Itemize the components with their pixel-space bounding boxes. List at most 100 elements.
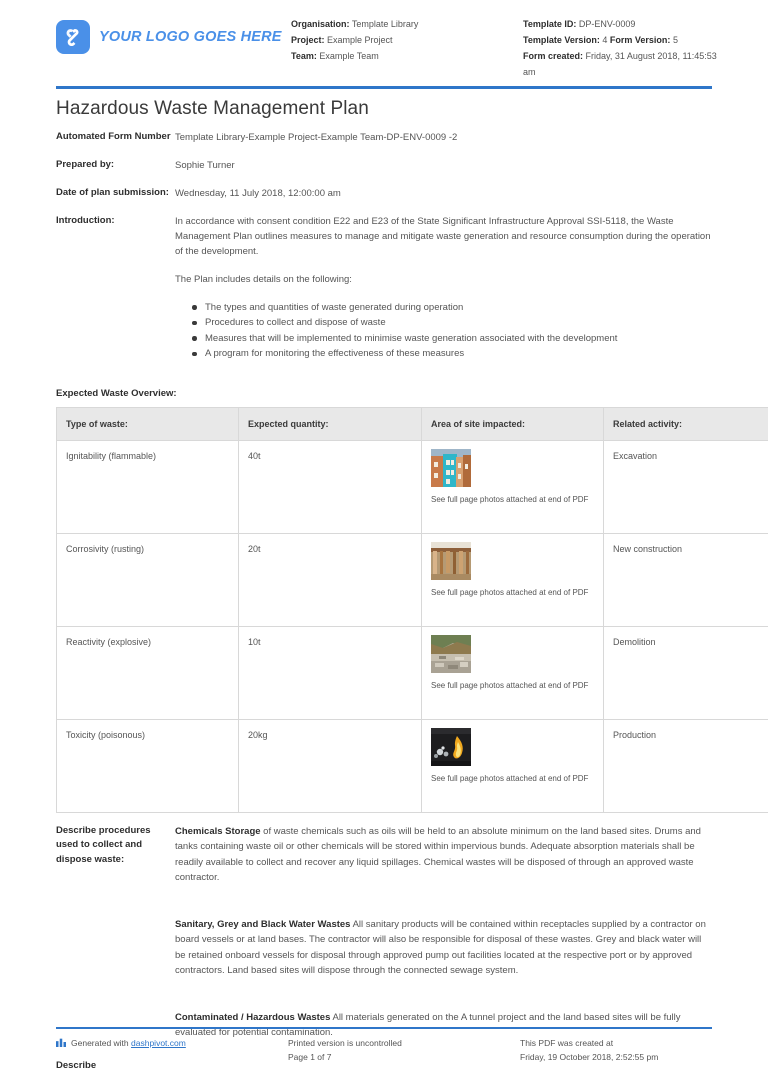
- meta-project: Project: Example Project: [291, 32, 523, 48]
- meta-team-value: Example Team: [319, 51, 379, 61]
- column-header-type-of-waste: Type of waste:: [56, 406, 239, 441]
- table-header-row: Type of waste: Expected quantity: Area o…: [56, 406, 768, 441]
- footer-page-number: Page 1 of 7: [288, 1052, 332, 1062]
- meta-template-id: Template ID: DP-ENV-0009: [523, 16, 718, 32]
- cell-related-activity: Excavation: [603, 439, 768, 534]
- meta-form-version-value: 5: [672, 35, 678, 45]
- flame-production-photo: [431, 727, 471, 766]
- footer-generated-with: Generated with dashpivot.com: [56, 1036, 288, 1064]
- cell-related-activity: Production: [603, 718, 768, 813]
- field-label-describe-procedures: Describe procedures used to collect and …: [56, 824, 151, 865]
- field-automated-form-number: Automated Form Number Template Library-E…: [56, 130, 712, 145]
- meta-organisation-value: Template Library: [351, 19, 419, 29]
- meta-project-value: Example Project: [327, 35, 393, 45]
- cell-expected-quantity: 40t: [238, 439, 422, 534]
- cell-related-activity: Demolition: [603, 625, 768, 720]
- header-divider: [56, 86, 712, 89]
- colourful-buildings-photo: [431, 448, 471, 487]
- cell-related-activity: New construction: [603, 532, 768, 627]
- bar-chart-icon: [56, 1036, 66, 1051]
- field-describe-procedures: Describe procedures used to collect and …: [56, 824, 712, 1041]
- photo-caption: See full page photos attached at end of …: [431, 680, 589, 690]
- table-row: Ignitability (flammable) 40t See full pa…: [56, 439, 768, 534]
- paragraph-heading: Chemicals Storage: [175, 825, 261, 837]
- cell-area-of-site-impacted: See full page photos attached at end of …: [421, 532, 604, 627]
- expected-waste-overview-heading: Expected Waste Overview:: [56, 387, 177, 399]
- field-introduction: Introduction: In accordance with consent…: [56, 214, 712, 362]
- document-page: YOUR LOGO GOES HERE Organisation: Templa…: [0, 0, 768, 1086]
- field-value-introduction: In accordance with consent condition E22…: [172, 214, 712, 362]
- footer-created-at: This PDF was created at Friday, 19 Octob…: [520, 1036, 712, 1064]
- page-title: Hazardous Waste Management Plan: [56, 97, 369, 119]
- introduction-paragraph-1: In accordance with consent condition E22…: [175, 215, 711, 257]
- footer-printed-uncontrolled: Printed version is uncontrolled: [288, 1038, 402, 1048]
- expected-waste-table: Type of waste: Expected quantity: Area o…: [56, 406, 768, 813]
- meta-form-created: Form created: Friday, 31 August 2018, 11…: [523, 48, 718, 80]
- logo-block: YOUR LOGO GOES HERE: [56, 16, 291, 54]
- meta-template-version-label: Template Version:: [523, 35, 600, 45]
- field-value-prepared-by: Sophie Turner: [175, 159, 235, 171]
- cell-area-of-site-impacted: See full page photos attached at end of …: [421, 625, 604, 720]
- demolition-rubble-photo: [431, 634, 471, 673]
- document-footer: Generated with dashpivot.com Printed ver…: [0, 1026, 768, 1065]
- paragraph-heading: Sanitary, Grey and Black Water Wastes: [175, 918, 351, 930]
- document-body: Hazardous Waste Management Plan Automate…: [0, 98, 768, 1071]
- photo-caption: See full page photos attached at end of …: [431, 494, 589, 504]
- cell-expected-quantity: 10t: [238, 625, 422, 720]
- meta-template-version-value: 4: [602, 35, 608, 45]
- dashpivot-logo-icon: [56, 20, 90, 54]
- meta-versions: Template Version: 4 Form Version: 5: [523, 32, 718, 48]
- procedures-paragraph-chemicals-storage: Chemicals Storage of waste chemicals suc…: [175, 824, 712, 886]
- cell-expected-quantity: 20t: [238, 532, 422, 627]
- field-value-describe-procedures: Chemicals Storage of waste chemicals suc…: [172, 824, 712, 1041]
- column-header-related-activity: Related activity:: [603, 406, 768, 441]
- meta-team: Team: Example Team: [291, 48, 523, 64]
- field-prepared-by: Prepared by: Sophie Turner: [56, 158, 712, 173]
- field-label-introduction: Introduction:: [56, 214, 115, 226]
- meta-organisation: Organisation: Template Library: [291, 16, 523, 32]
- field-value-date: Wednesday, 11 July 2018, 12:00:00 am: [175, 187, 341, 199]
- meta-organisation-label: Organisation:: [291, 19, 350, 29]
- field-label-date: Date of plan submission:: [56, 186, 169, 198]
- introduction-paragraph-2: The Plan includes details on the followi…: [175, 273, 352, 285]
- photo-caption: See full page photos attached at end of …: [431, 773, 589, 783]
- procedures-paragraph-sanitary-wastes: Sanitary, Grey and Black Water Wastes Al…: [175, 917, 712, 979]
- meta-form-version-label: Form Version:: [609, 35, 671, 45]
- header-meta-left: Organisation: Template Library Project: …: [291, 16, 523, 64]
- photo-caption: See full page photos attached at end of …: [431, 587, 589, 597]
- header-meta-right: Template ID: DP-ENV-0009 Template Versio…: [523, 16, 718, 80]
- logo-text: YOUR LOGO GOES HERE: [99, 29, 282, 45]
- cell-area-of-site-impacted: See full page photos attached at end of …: [421, 718, 604, 813]
- meta-team-label: Team:: [291, 51, 317, 61]
- table-row: Toxicity (poisonous) 20kg See full page …: [56, 718, 768, 813]
- meta-project-label: Project:: [291, 35, 325, 45]
- meta-template-id-value: DP-ENV-0009: [578, 19, 636, 29]
- column-header-expected-quantity: Expected quantity:: [238, 406, 422, 441]
- footer-print-status: Printed version is uncontrolled Page 1 o…: [288, 1036, 520, 1064]
- list-item: The types and quantities of waste genera…: [192, 300, 712, 316]
- footer-generated-prefix: Generated with: [71, 1038, 132, 1048]
- cell-type-of-waste: Corrosivity (rusting): [56, 532, 239, 627]
- meta-template-id-label: Template ID:: [523, 19, 577, 29]
- field-label-form-number: Automated Form Number: [56, 130, 171, 142]
- list-item: Procedures to collect and dispose of was…: [192, 315, 712, 331]
- paragraph-heading: Contaminated / Hazardous Wastes: [175, 1011, 331, 1023]
- footer-created-label: This PDF was created at: [520, 1038, 614, 1048]
- table-row: Corrosivity (rusting) 20t See full page …: [56, 532, 768, 627]
- table-row: Reactivity (explosive) 10t See full page…: [56, 625, 768, 720]
- column-header-area-of-site-impacted: Area of site impacted:: [421, 406, 604, 441]
- field-label-prepared-by: Prepared by:: [56, 158, 115, 170]
- footer-divider: [56, 1026, 712, 1029]
- document-header: YOUR LOGO GOES HERE Organisation: Templa…: [0, 0, 768, 80]
- cell-type-of-waste: Toxicity (poisonous): [56, 718, 239, 813]
- dashpivot-link[interactable]: dashpivot.com: [131, 1038, 186, 1048]
- cell-type-of-waste: Reactivity (explosive): [56, 625, 239, 720]
- introduction-bullet-list: The types and quantities of waste genera…: [175, 300, 712, 362]
- list-item: A program for monitoring the effectivene…: [192, 346, 712, 362]
- cell-expected-quantity: 20kg: [238, 718, 422, 813]
- list-item: Measures that will be implemented to min…: [192, 331, 712, 347]
- field-value-form-number: Template Library-Example Project-Example…: [175, 131, 458, 143]
- meta-form-created-label: Form created:: [523, 51, 584, 61]
- rusting-timber-photo: [431, 541, 471, 580]
- field-date-of-plan-submission: Date of plan submission: Wednesday, 11 J…: [56, 186, 712, 201]
